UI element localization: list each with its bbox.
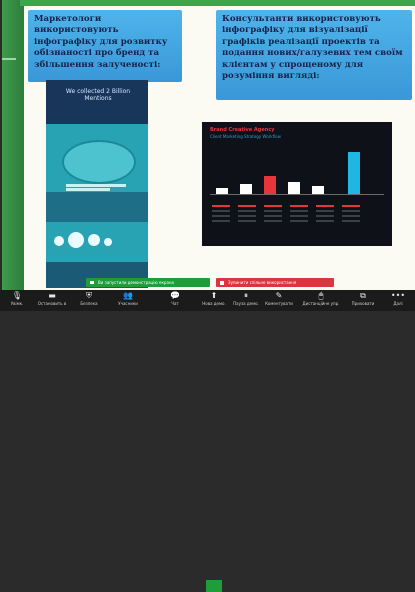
hide-button[interactable]: ⧉ Приховати: [346, 291, 380, 311]
pause-icon: ⏸: [244, 291, 248, 300]
left-title-box: Маркетологи використовують інфографіку д…: [28, 10, 182, 82]
dashboard-bar: [264, 176, 276, 194]
more-icon: •••: [390, 291, 406, 300]
stop-share-button[interactable]: Зупинити спільне використання: [216, 278, 334, 287]
dashboard-subtitle: Client Marketing Strategy Workflow: [210, 134, 281, 139]
stop-video-label: Оста­новить в: [37, 301, 67, 306]
right-title-box: Консультанти використовують інфографіку …: [216, 10, 412, 100]
infographic-headline: We collected 2 Billion Mentions: [65, 88, 131, 102]
unmute-label: Увімк.: [10, 301, 24, 306]
microphone-icon: 🎙: [11, 291, 23, 300]
stop-video-button[interactable]: ▬ Оста­новить в: [34, 291, 70, 311]
slide-green-left-accent: [2, 58, 16, 60]
security-button[interactable]: ⛨ Безпека: [74, 291, 104, 311]
infographic-dots: [54, 230, 140, 256]
video-icon: ▬: [48, 291, 56, 300]
share-status-text: Ви запустили демонстрацію екрана: [98, 280, 174, 285]
dashboard-column: [264, 202, 282, 238]
infographic-bubble: [62, 140, 136, 184]
chat-button[interactable]: 💬 Чат: [164, 291, 186, 311]
slide-green-left-edge: [2, 0, 24, 290]
infographic-bar: [66, 184, 126, 187]
remote-control-label: Дистанційне упр.: [302, 301, 340, 306]
participants-button[interactable]: 👥 Учасники: [110, 291, 146, 311]
consulting-dashboard-image: Brand Creative Agency Client Marketing S…: [202, 122, 392, 246]
infographic-dot: [88, 234, 100, 246]
more-label: Далі: [393, 301, 403, 306]
dashboard-bar: [240, 184, 252, 194]
meeting-toolbar: 🎙 Увімк. ▬ Оста­новить в ⛨ Безпека 👥 Уча…: [0, 290, 415, 592]
infographic-header: [46, 80, 148, 124]
dashboard-bar: [216, 188, 228, 194]
share-icon: [90, 281, 94, 284]
annotate-button[interactable]: ✎ Коментувати: [262, 291, 296, 311]
annotate-icon: ✎: [275, 291, 283, 300]
remote-control-icon: 🖱: [318, 291, 324, 300]
screen-share-status-banner: Ви запустили демонстрацію екрана: [86, 278, 210, 287]
new-share-label: Нова демо.: [202, 301, 226, 306]
dashboard-bar: [312, 186, 324, 194]
shield-icon: ⛨: [86, 291, 92, 300]
presentation-slide: Маркетологи використовують інфографіку д…: [2, 0, 415, 290]
dashboard-column: [290, 202, 308, 238]
hide-label: Приховати: [351, 301, 375, 306]
dashboard-column: [316, 202, 334, 238]
participants-icon: 👥: [123, 291, 133, 300]
dashboard-column: [238, 202, 256, 238]
dashboard-bar: [348, 152, 360, 194]
chat-label: Чат: [171, 301, 179, 306]
new-share-highlight: [206, 580, 222, 592]
dashboard-axis: [210, 194, 384, 195]
stop-icon: [220, 280, 224, 285]
dashboard-brand: Brand Creative Agency: [210, 127, 275, 133]
dashboard-bar: [288, 182, 300, 194]
new-share-button[interactable]: ⬆ Нова демо.: [200, 291, 228, 311]
share-screen-icon: ⬆: [210, 291, 218, 300]
stop-share-label: Зупинити спільне використання: [228, 280, 297, 285]
unmute-button[interactable]: 🎙 Увімк.: [2, 291, 32, 311]
dashboard-column: [342, 202, 360, 238]
participants-label: Учасники: [118, 301, 138, 306]
marketing-infographic-image: We collected 2 Billion Mentions: [46, 80, 148, 288]
slide-green-top-edge: [20, 0, 415, 6]
security-label: Безпека: [80, 301, 98, 306]
more-button[interactable]: ••• Далі: [384, 291, 412, 311]
infographic-dot: [68, 232, 84, 248]
annotate-label: Коментувати: [265, 301, 293, 306]
remote-control-button[interactable]: 🖱 Дистанційне упр.: [300, 291, 342, 311]
hide-icon: ⧉: [360, 291, 366, 300]
infographic-dot: [104, 238, 112, 246]
dashboard-column: [212, 202, 230, 238]
infographic-subline: [64, 126, 130, 134]
infographic-stats-band: [46, 192, 148, 222]
chat-icon: 💬: [170, 291, 180, 300]
pause-share-label: Пауза демо.: [233, 301, 259, 306]
infographic-bar: [66, 188, 110, 191]
pause-share-button[interactable]: ⏸ Пауза демо.: [232, 291, 260, 311]
infographic-dot: [54, 236, 64, 246]
